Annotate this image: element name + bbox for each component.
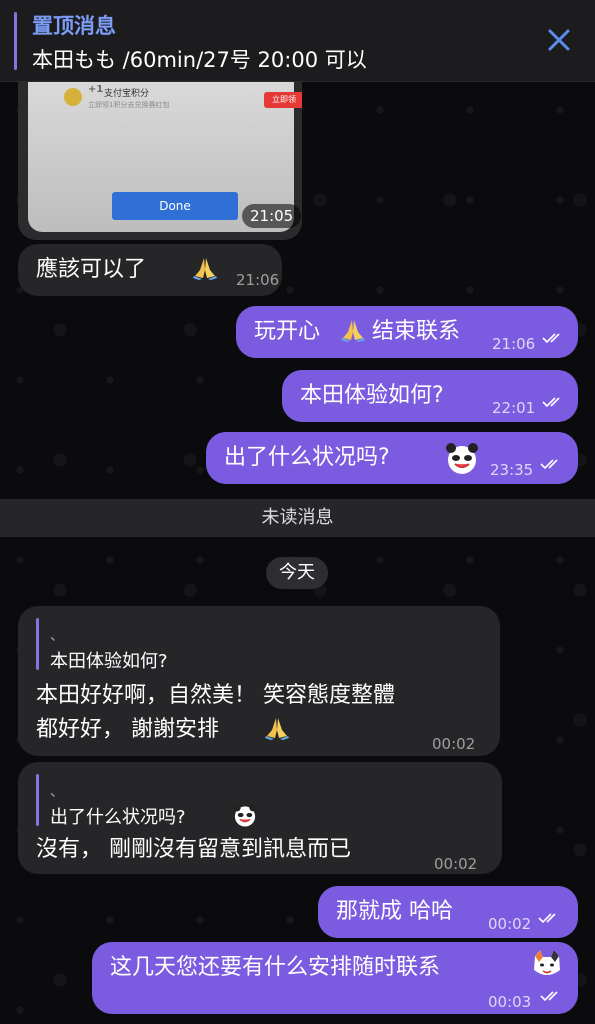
claim-button: 立即领	[264, 92, 302, 108]
pinned-indicator	[14, 12, 17, 70]
points-label: 支付宝积分	[104, 89, 150, 99]
panda-emoji-icon	[233, 804, 257, 827]
pinned-text: 本田もも /60min/27号 20:00 可以	[32, 48, 367, 72]
read-ticks-icon	[542, 397, 560, 408]
message-time: 22:01	[492, 399, 536, 417]
date-separator: 今天	[266, 557, 328, 589]
message-text: 那就成 哈哈	[336, 899, 453, 924]
message-text: 出了什么状况吗?	[224, 445, 390, 470]
done-button: Done	[112, 192, 238, 220]
message-bubble-out[interactable]: 那就成 哈哈 00:02	[318, 886, 578, 938]
pray-emoji-icon	[341, 320, 365, 342]
message-text: 玩开心	[254, 319, 321, 344]
reply-quote-bar	[36, 618, 39, 670]
message-time: 00:02	[434, 855, 478, 873]
reply-message-bubble[interactable]: 、 本田体验如何? 本田好好啊，自然美！ 笑容態度整體 都好好， 謝謝安排 00…	[18, 606, 500, 756]
panda-emoji-icon	[446, 443, 478, 474]
pinned-title: 置顶消息	[32, 14, 116, 38]
reply-quote-bar	[36, 774, 39, 826]
message-text: 沒有， 剛剛沒有留意到訊息而已	[36, 837, 351, 862]
message-bubble-in[interactable]: 應該可以了 21:06	[18, 244, 282, 296]
message-text: 本田好好啊，自然美！ 笑容態度整體	[36, 683, 395, 708]
pray-emoji-icon	[193, 258, 217, 280]
read-ticks-icon	[540, 459, 558, 470]
message-bubble-out[interactable]: 玩开心 结束联系 21:06	[236, 306, 578, 358]
cat-emoji-icon	[534, 950, 560, 975]
close-icon[interactable]	[545, 26, 573, 54]
message-bubble-out[interactable]: 出了什么状况吗? 23:35	[206, 432, 578, 484]
points-sub: 立即领1积分去兑换赛红包	[88, 101, 170, 109]
plus-label: +1	[88, 84, 104, 95]
image-message[interactable]: +1 支付宝积分 立即领1积分去兑换赛红包 立即领 Done 21:05	[18, 82, 302, 240]
pray-emoji-icon	[265, 718, 289, 740]
message-text: 本田体验如何?	[300, 383, 444, 408]
reply-quote-text: 出了什么状况吗?	[50, 807, 186, 828]
message-text: 结束联系	[372, 319, 461, 344]
message-text: 都好好， 謝謝安排	[36, 717, 219, 742]
message-bubble-out[interactable]: 这几天您还要有什么安排随时联系 00:03	[92, 942, 578, 1014]
message-bubble-out[interactable]: 本田体验如何? 22:01	[282, 370, 578, 422]
read-ticks-icon	[542, 333, 560, 344]
message-text: 應該可以了	[36, 257, 147, 282]
reply-quote-text: 本田体验如何?	[50, 651, 168, 672]
message-text: 这几天您还要有什么安排随时联系	[110, 955, 441, 980]
unread-divider: 未读消息	[0, 499, 595, 537]
pinned-message-bar[interactable]: 置顶消息 本田もも /60min/27号 20:00 可以	[0, 0, 595, 82]
read-ticks-icon	[540, 991, 558, 1002]
message-time: 21:06	[492, 335, 536, 353]
message-time: 21:05	[242, 204, 302, 228]
coin-icon	[64, 88, 82, 106]
reply-message-bubble[interactable]: 、 出了什么状况吗? 沒有， 剛剛沒有留意到訊息而已 00:02	[18, 762, 502, 874]
message-time: 00:03	[488, 993, 532, 1011]
message-time: 00:02	[432, 735, 476, 753]
read-ticks-icon	[538, 913, 556, 924]
message-time: 23:35	[490, 461, 534, 479]
message-time: 00:02	[488, 915, 532, 933]
message-time: 21:06	[236, 271, 280, 289]
